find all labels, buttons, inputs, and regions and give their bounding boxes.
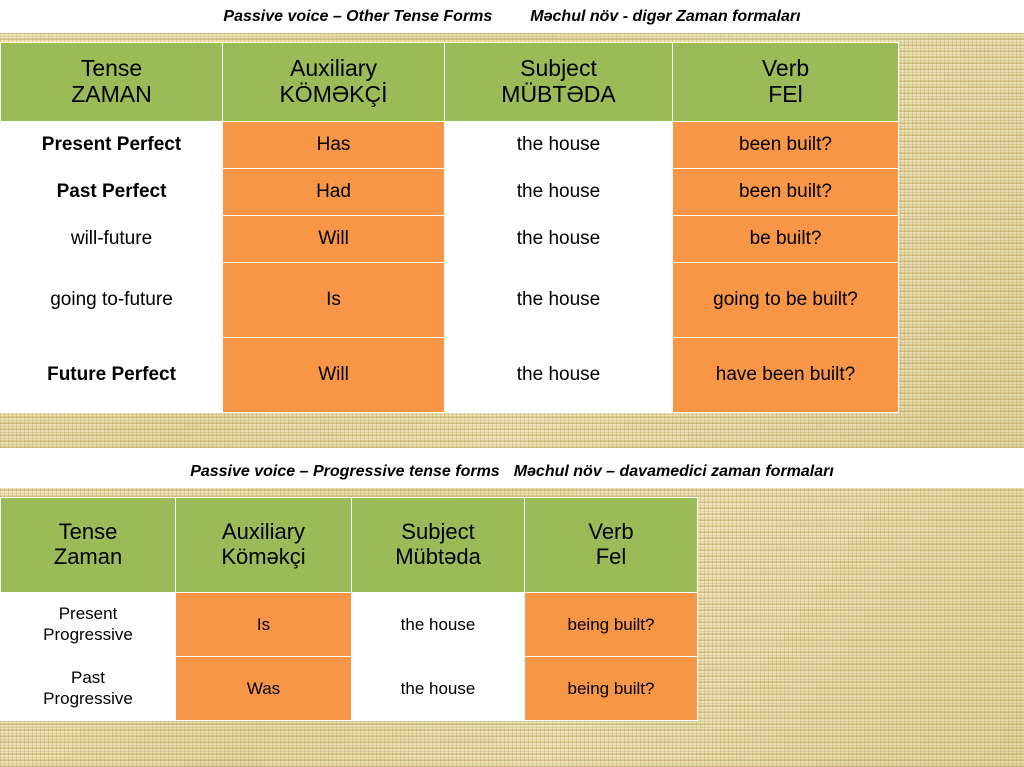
cell-verb: going to be built? — [672, 262, 899, 338]
table-header-row: Tense Zaman Auxiliary Köməkçi Subject Mü… — [0, 497, 698, 593]
table-row: Present Perfect Has the house been built… — [0, 121, 899, 169]
header-cell-tense: Tense Zaman — [0, 497, 176, 593]
cell-subject: the house — [351, 592, 525, 657]
cell-tense-line2: Progressive — [43, 624, 133, 644]
cell-tense: Past Perfect — [0, 168, 223, 216]
table-progressive-tense-forms: Tense Zaman Auxiliary Köməkçi Subject Mü… — [0, 497, 698, 721]
cell-subject: the house — [444, 215, 673, 263]
cell-tense: Future Perfect — [0, 337, 223, 413]
cell-auxiliary: Is — [175, 592, 352, 657]
caption-azerbaijani-bottom: Məchul növ – davamedici zaman formaları — [513, 462, 834, 480]
cell-subject: the house — [351, 656, 525, 721]
cell-verb: being built? — [524, 656, 698, 721]
cell-tense: will-future — [0, 215, 223, 263]
cell-tense-line1: Present — [58, 603, 118, 623]
header-cell-subject: Subject MÜBTƏDA — [444, 42, 673, 122]
header-auxiliary-az: KÖMƏKÇİ — [279, 81, 388, 107]
caption-english-top: Passive voice – Other Tense Forms — [223, 7, 493, 25]
table-row: going to-future Is the house going to be… — [0, 262, 899, 338]
cell-auxiliary: Will — [222, 215, 445, 263]
header-verb-en: Verb — [588, 519, 634, 545]
header-cell-verb: Verb FEl — [672, 42, 899, 122]
header-verb-az: Fel — [595, 544, 627, 569]
cell-auxiliary: Will — [222, 337, 445, 413]
header-cell-auxiliary: Auxiliary Köməkçi — [175, 497, 352, 593]
header-verb-en: Verb — [761, 55, 810, 82]
cell-tense: Present Progressive — [0, 592, 176, 657]
header-tense-az: ZAMAN — [71, 81, 152, 107]
table-header-row: Tense ZAMAN Auxiliary KÖMƏKÇİ Subject MÜ… — [0, 42, 899, 122]
header-auxiliary-az: Köməkçi — [221, 544, 306, 569]
cell-verb: been built? — [672, 168, 899, 216]
cell-verb: be built? — [672, 215, 899, 263]
cell-subject: the house — [444, 262, 673, 338]
cell-auxiliary: Is — [222, 262, 445, 338]
header-subject-az: MÜBTƏDA — [501, 81, 616, 107]
header-cell-verb: Verb Fel — [524, 497, 698, 593]
cell-subject: the house — [444, 337, 673, 413]
cell-verb: have been built? — [672, 337, 899, 413]
caption-row-bottom: Passive voice – Progressive tense forms … — [0, 455, 1024, 488]
header-tense-en: Tense — [80, 55, 143, 82]
slide: Passive voice – Other Tense Forms Məchul… — [0, 0, 1024, 767]
table-other-tense-forms: Tense ZAMAN Auxiliary KÖMƏKÇİ Subject MÜ… — [0, 42, 899, 413]
cell-auxiliary: Has — [222, 121, 445, 169]
header-tense-en: Tense — [58, 519, 118, 545]
caption-azerbaijani-top: Məchul növ - digər Zaman formaları — [530, 7, 801, 25]
header-tense-az: Zaman — [53, 544, 123, 569]
cell-subject: the house — [444, 121, 673, 169]
cell-verb: being built? — [524, 592, 698, 657]
header-subject-az: Mübtəda — [395, 544, 481, 569]
caption-english-bottom: Passive voice – Progressive tense forms — [190, 462, 500, 480]
cell-tense-line1: Past — [70, 667, 106, 687]
header-cell-subject: Subject Mübtəda — [351, 497, 525, 593]
caption-row-top: Passive voice – Other Tense Forms Məchul… — [0, 0, 1024, 33]
cell-subject: the house — [444, 168, 673, 216]
cell-tense: going to-future — [0, 262, 223, 338]
header-auxiliary-en: Auxiliary — [221, 519, 306, 545]
cell-tense: Past Progressive — [0, 656, 176, 721]
cell-tense-line2: Progressive — [43, 688, 133, 708]
header-verb-az: FEl — [768, 81, 803, 107]
header-cell-auxiliary: Auxiliary KÖMƏKÇİ — [222, 42, 445, 122]
table-row: Past Progressive Was the house being bui… — [0, 656, 698, 721]
table-row: Future Perfect Will the house have been … — [0, 337, 899, 413]
table-row: Present Progressive Is the house being b… — [0, 592, 698, 657]
header-cell-tense: Tense ZAMAN — [0, 42, 223, 122]
cell-auxiliary: Had — [222, 168, 445, 216]
cell-auxiliary: Was — [175, 656, 352, 721]
cell-tense: Present Perfect — [0, 121, 223, 169]
table-row: will-future Will the house be built? — [0, 215, 899, 263]
header-auxiliary-en: Auxiliary — [290, 55, 377, 82]
cell-verb: been built? — [672, 121, 899, 169]
header-subject-en: Subject — [401, 519, 475, 545]
table-row: Past Perfect Had the house been built? — [0, 168, 899, 216]
header-subject-en: Subject — [520, 55, 597, 82]
